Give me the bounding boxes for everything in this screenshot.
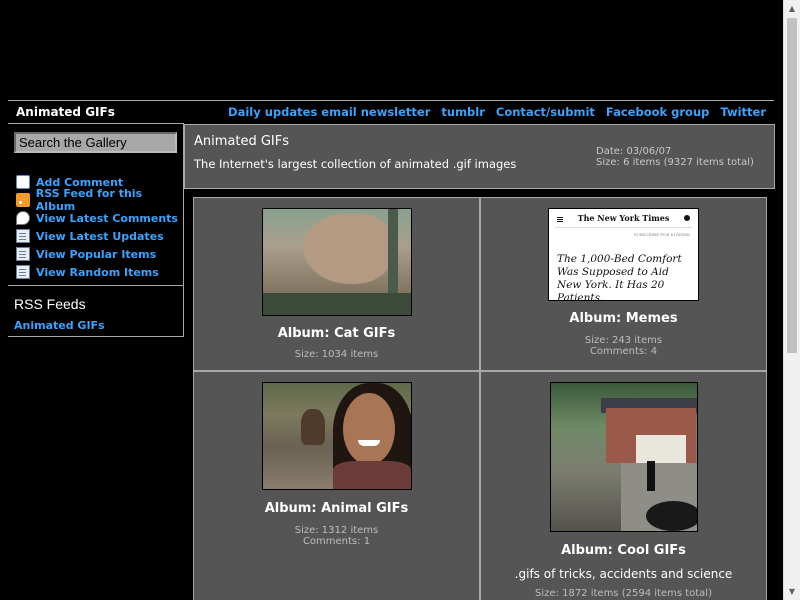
scroll-down-arrow-icon[interactable]: ▼ [784, 583, 800, 600]
album-header: Animated GIFs The Internet's largest col… [184, 124, 775, 189]
album-cell-cat-gifs: Album: Cat GIFs Size: 1034 items [193, 197, 480, 371]
album-date: Date: 03/06/07 [596, 146, 672, 157]
scrollbar-thumb[interactable] [787, 18, 797, 353]
album-description: The Internet's largest collection of ani… [194, 157, 517, 171]
album-comments: Comments: 1 [302, 536, 371, 547]
sidebar-link-label[interactable]: View Popular Items [36, 248, 156, 261]
album-size: Size: 1872 items (2594 items total) [535, 588, 712, 599]
thumbnail-subscribe: SUBSCRIBE FOR $1/WEEK [633, 232, 690, 237]
comments-icon [16, 211, 30, 225]
top-nav-bar: Animated GIFs Daily updates email newsle… [8, 100, 774, 122]
album-title-link[interactable]: Album: Animal GIFs [194, 501, 479, 516]
album-cell-memes: The New York Times SUBSCRIBE FOR $1/WEEK… [480, 197, 767, 371]
page-scrollbar[interactable]: ▲ ▼ [783, 0, 800, 600]
rss-feeds-heading: RSS Feeds [14, 296, 86, 312]
album-thumbnail[interactable] [262, 382, 412, 490]
sidebar-item-popular-items[interactable]: View Popular Items [16, 245, 183, 263]
album-thumbnail[interactable] [262, 208, 412, 316]
scroll-up-arrow-icon[interactable]: ▲ [784, 0, 800, 17]
top-nav-links: Daily updates email newsletter tumblr Co… [228, 105, 766, 119]
sidebar-link-label[interactable]: View Latest Updates [36, 230, 164, 243]
rss-icon [16, 193, 30, 207]
thumbnail-face [343, 393, 395, 465]
album-title-link[interactable]: Album: Cool GIFs [481, 543, 766, 558]
nav-link-contact[interactable]: Contact/submit [496, 105, 595, 119]
rss-feed-link[interactable]: Animated GIFs [14, 319, 105, 332]
album-size: Size: 1312 items [294, 525, 379, 536]
thumbnail-headline: The 1,000-Bed Comfort Was Supposed to Ai… [557, 253, 682, 301]
sidebar-link-label[interactable]: RSS Feed for this Album [36, 187, 183, 213]
album-size: Size: 6 items (9327 items total) [596, 157, 754, 168]
thumbnail-tube [646, 501, 697, 531]
thumbnail-cat-head [303, 214, 393, 284]
album-title-link[interactable]: Album: Cat GIFs [194, 326, 479, 341]
sidebar-link-label[interactable]: View Random Items [36, 266, 159, 279]
album-title: Animated GIFs [194, 134, 290, 149]
user-icon [684, 215, 690, 221]
sidebar-link-label[interactable]: View Latest Comments [36, 212, 178, 225]
thumbnail-masthead: The New York Times [555, 213, 692, 228]
nav-link-tumblr[interactable]: tumblr [441, 105, 485, 119]
sidebar-item-rss-album[interactable]: RSS Feed for this Album [16, 187, 183, 213]
nav-link-newsletter[interactable]: Daily updates email newsletter [228, 105, 430, 119]
album-thumbnail[interactable]: The New York Times SUBSCRIBE FOR $1/WEEK… [548, 208, 699, 301]
album-title-link[interactable]: Album: Memes [481, 311, 766, 326]
album-meta: Date: 03/06/07 Size: 6 items (9327 items… [596, 146, 754, 168]
sidebar-links: Add Comment RSS Feed for this Album View… [16, 173, 183, 281]
thumbnail-garage-door [636, 435, 686, 463]
add-comment-icon [16, 175, 30, 189]
album-cell-cool-gifs: Album: Cool GIFs .gifs of tricks, accide… [480, 371, 767, 600]
thumbnail-person [647, 461, 655, 491]
nav-link-facebook[interactable]: Facebook group [606, 105, 709, 119]
album-size: Size: 243 items [584, 335, 663, 346]
thumbnail-smile [358, 440, 380, 446]
site-title: Animated GIFs [16, 105, 115, 119]
sidebar-item-latest-updates[interactable]: View Latest Updates [16, 227, 183, 245]
sidebar-item-random-items[interactable]: View Random Items [16, 263, 183, 281]
document-icon [16, 247, 30, 261]
album-comments: Comments: 4 [589, 346, 658, 357]
album-description: .gifs of tricks, accidents and science [514, 567, 733, 581]
album-size: Size: 1034 items [294, 349, 379, 360]
document-icon [16, 265, 30, 279]
thumbnail-goat [301, 409, 325, 445]
album-cell-animal-gifs: Album: Animal GIFs Size: 1312 items Comm… [193, 371, 480, 600]
album-thumbnail[interactable] [550, 382, 698, 532]
sidebar-item-latest-comments[interactable]: View Latest Comments [16, 209, 183, 227]
sidebar: Search the Gallery Add Comment RSS Feed … [8, 123, 184, 337]
nav-link-twitter[interactable]: Twitter [720, 105, 766, 119]
sidebar-divider [8, 285, 183, 286]
search-input[interactable]: Search the Gallery [14, 132, 177, 153]
thumbnail-body [333, 461, 411, 489]
document-icon [16, 229, 30, 243]
thumbnail-ground [263, 293, 411, 315]
